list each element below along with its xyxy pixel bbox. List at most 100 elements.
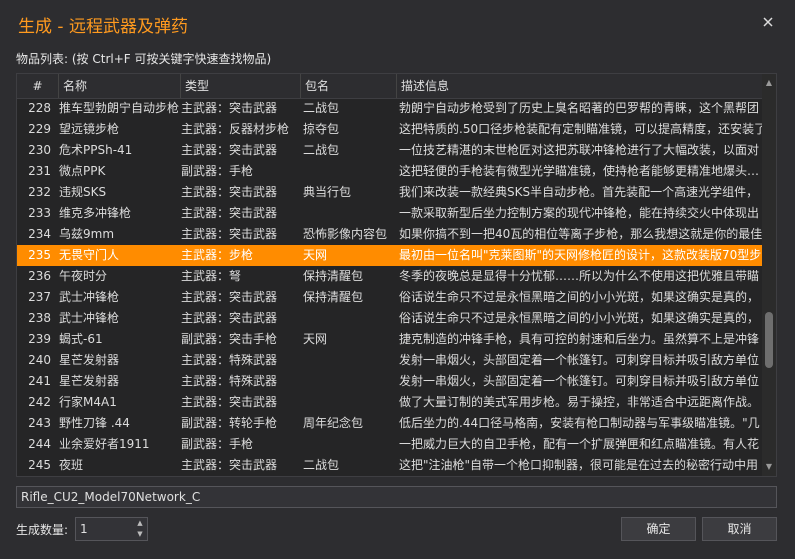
column-header-package[interactable]: 包名: [301, 74, 397, 98]
quantity-stepper[interactable]: 1 ▲ ▼: [75, 517, 148, 541]
item-type: 主武器：突击武器: [181, 185, 278, 199]
stepper-down-icon[interactable]: ▼: [133, 529, 147, 540]
row-number: 241: [28, 374, 51, 388]
item-name: 武士冲锋枪: [59, 311, 120, 325]
table-row[interactable]: 245 夜班 主武器：突击武器 二战包 这把"注油枪"自带一个枪口抑制器，很可能是在过去…: [17, 455, 762, 476]
table-row[interactable]: 235 无畏守门人 主武器：步枪 天网 最初由一位名叫"克莱图斯"的天网修枪匠的设计，这…: [17, 245, 762, 266]
item-description: 冬季的夜晚总是显得十分忧郁……所以为什么不使用这把优雅且带瞄: [399, 269, 760, 283]
item-list-caption: 物品列表: (按 Ctrl+F 可按关键字快速查找物品): [16, 52, 272, 66]
vertical-scrollbar[interactable]: ▲ ▼: [762, 74, 776, 476]
item-package: 二战包: [303, 143, 340, 157]
table-row[interactable]: 244 业余爱好者1911 副武器：手枪 一把威力巨大的自卫手枪，配有一个扩展弹匣和红…: [17, 434, 762, 455]
item-description: 做了大量订制的美式军用步枪。易于操控，非常适合中远距离作战。: [399, 395, 760, 409]
column-header-name[interactable]: 名称: [59, 74, 181, 98]
table-row[interactable]: 243 野性刀锋 .44 副武器：转轮手枪 周年纪念包 低后坐力的.44口径马格南，安装…: [17, 413, 762, 434]
table-row[interactable]: 230 危术PPSh-41 主武器：突击武器 二战包 一位技艺精湛的末世枪匠对这把苏联冲…: [17, 140, 762, 161]
item-package: 恐怖影像内容包: [303, 227, 388, 241]
item-type: 主武器：突击武器: [181, 101, 278, 115]
row-number: 245: [28, 458, 51, 472]
item-name: 夜班: [59, 458, 84, 472]
table-row[interactable]: 234 乌兹9mm 主武器：突击武器 恐怖影像内容包 如果你搞不到一把40瓦的相位等离子…: [17, 224, 762, 245]
table-header: # 名称 类型 包名 描述信息: [17, 74, 762, 99]
item-name: 星芒发射器: [59, 374, 120, 388]
item-package: 掠夺包: [303, 122, 340, 136]
item-type: 主武器：突击武器: [181, 311, 278, 325]
item-description: 发射一串烟火，头部固定着一个帐篷钉。可刺穿目标并吸引敌方单位: [399, 353, 760, 367]
column-header-type[interactable]: 类型: [181, 74, 301, 98]
column-header-description[interactable]: 描述信息: [397, 74, 762, 98]
item-description: 低后坐力的.44口径马格南，安装有枪口制动器与军事级瞄准镜。"几: [399, 416, 760, 430]
item-description: 勃朗宁自动步枪受到了历史上臭名昭著的巴罗帮的青睐，这个黑帮团: [399, 101, 760, 115]
item-package: 天网: [303, 332, 328, 346]
quantity-value[interactable]: 1: [80, 518, 130, 540]
item-description: 一位技艺精湛的末世枪匠对这把苏联冲锋枪进行了大幅改装，以面对: [399, 143, 760, 157]
table-row[interactable]: 228 推车型勃朗宁自动步枪 主武器：突击武器 二战包 勃朗宁自动步枪受到了历史上臭名昭…: [17, 98, 762, 119]
table-row[interactable]: 242 行家M4A1 主武器：突击武器 做了大量订制的美式军用步枪。易于操控，非常适合…: [17, 392, 762, 413]
item-name: 望远镜步枪: [59, 122, 120, 136]
column-header-number[interactable]: #: [17, 74, 59, 98]
table-row[interactable]: 241 星芒发射器 主武器：特殊武器 发射一串烟火，头部固定着一个帐篷钉。可刺穿目标并…: [17, 371, 762, 392]
scrollbar-thumb[interactable]: [765, 312, 773, 368]
item-description: 我们来改装一款经典SKS半自动步枪。首先装配一个高速光学组件，: [399, 185, 759, 199]
item-package: 周年纪念包: [303, 416, 364, 430]
row-number: 235: [28, 248, 51, 262]
table-row[interactable]: 240 星芒发射器 主武器：特殊武器 发射一串烟火，头部固定着一个帐篷钉。可刺穿目标并…: [17, 350, 762, 371]
stepper-up-icon[interactable]: ▲: [133, 518, 147, 529]
ok-button[interactable]: 确定: [621, 517, 696, 541]
table-row[interactable]: 239 蝎式-61 副武器：突击手枪 天网 捷克制造的冲锋手枪，具有可控的射速和后坐力。…: [17, 329, 762, 350]
item-name: 推车型勃朗宁自动步枪: [59, 101, 179, 115]
row-number: 230: [28, 143, 51, 157]
table-row[interactable]: 237 武士冲锋枪 主武器：突击武器 保持清醒包 俗话说生命只不过是永恒黑暗之间的小小光…: [17, 287, 762, 308]
row-number: 231: [28, 164, 51, 178]
row-number: 237: [28, 290, 51, 304]
table-row[interactable]: 231 微点PPK 副武器：手枪 这把轻便的手枪装有微型光学瞄准镜，使持枪者能够更精准…: [17, 161, 762, 182]
item-package: 保持清醒包: [303, 290, 364, 304]
item-type: 主武器：突击武器: [181, 206, 278, 220]
item-package: 天网: [303, 248, 328, 262]
window-title: 生成 - 远程武器及弹药: [18, 17, 188, 37]
item-package: 二战包: [303, 101, 340, 115]
row-number: 232: [28, 185, 51, 199]
table-row[interactable]: 238 武士冲锋枪 主武器：突击武器 俗话说生命只不过是永恒黑暗之间的小小光斑，如果这…: [17, 308, 762, 329]
scroll-down-icon[interactable]: ▼: [762, 460, 776, 474]
item-description: 一把威力巨大的自卫手枪，配有一个扩展弹匣和红点瞄准镜。有人花: [399, 437, 760, 451]
table-row[interactable]: 229 望远镜步枪 主武器：反器材步枪 掠夺包 这把特质的.50口径步枪装配有定制瞄准镜…: [17, 119, 762, 140]
item-package: [303, 392, 395, 413]
item-name: 危术PPSh-41: [59, 143, 133, 157]
item-type: 主武器：突击武器: [181, 227, 278, 241]
row-number: 236: [28, 269, 51, 283]
item-package: 二战包: [303, 458, 340, 472]
item-description: 发射一串烟火，头部固定着一个帐篷钉。可刺穿目标并吸引敌方单位: [399, 374, 760, 388]
item-description: 这把轻便的手枪装有微型光学瞄准镜，使持枪者能够更精准地爆头…: [399, 164, 760, 178]
item-type: 主武器：突击武器: [181, 290, 278, 304]
item-type: 主武器：步枪: [181, 248, 254, 262]
row-number: 228: [28, 101, 51, 115]
scroll-up-icon[interactable]: ▲: [762, 76, 776, 90]
item-package: [303, 161, 395, 182]
item-package: [303, 203, 395, 224]
item-name: 行家M4A1: [59, 395, 117, 409]
item-name: 无畏守门人: [59, 248, 120, 262]
row-number: 243: [28, 416, 51, 430]
item-type: 主武器：弩: [181, 269, 242, 283]
close-icon[interactable]: [762, 16, 774, 28]
row-number: 229: [28, 122, 51, 136]
item-description: 这把"注油枪"自带一个枪口抑制器，很可能是在过去的秘密行动中用: [399, 458, 759, 472]
item-type: 副武器：转轮手枪: [181, 416, 278, 430]
row-number: 239: [28, 332, 51, 346]
row-number: 242: [28, 395, 51, 409]
item-id-field[interactable]: [16, 486, 777, 508]
item-package: 保持清醒包: [303, 269, 364, 283]
table-row[interactable]: 233 维克多冲锋枪 主武器：突击武器 一款采取新型后坐力控制方案的现代冲锋枪，能在持…: [17, 203, 762, 224]
table-row[interactable]: 232 违规SKS 主武器：突击武器 典当行包 我们来改装一款经典SKS半自动步枪。首先…: [17, 182, 762, 203]
item-description: 俗话说生命只不过是永恒黑暗之间的小小光斑，如果这确实是真的，: [399, 290, 760, 304]
item-type: 主武器：特殊武器: [181, 353, 278, 367]
row-number: 240: [28, 353, 51, 367]
item-package: [303, 308, 395, 329]
item-table[interactable]: # 名称 类型 包名 描述信息 228 推车型勃朗宁自动步枪 主武器：突击武器 二战包…: [16, 73, 777, 477]
row-number: 233: [28, 206, 51, 220]
quantity-label: 生成数量:: [16, 523, 69, 537]
item-name: 武士冲锋枪: [59, 290, 120, 304]
cancel-button[interactable]: 取消: [702, 517, 777, 541]
table-row[interactable]: 236 午夜时分 主武器：弩 保持清醒包 冬季的夜晚总是显得十分忧郁……所以为什么不使用…: [17, 266, 762, 287]
